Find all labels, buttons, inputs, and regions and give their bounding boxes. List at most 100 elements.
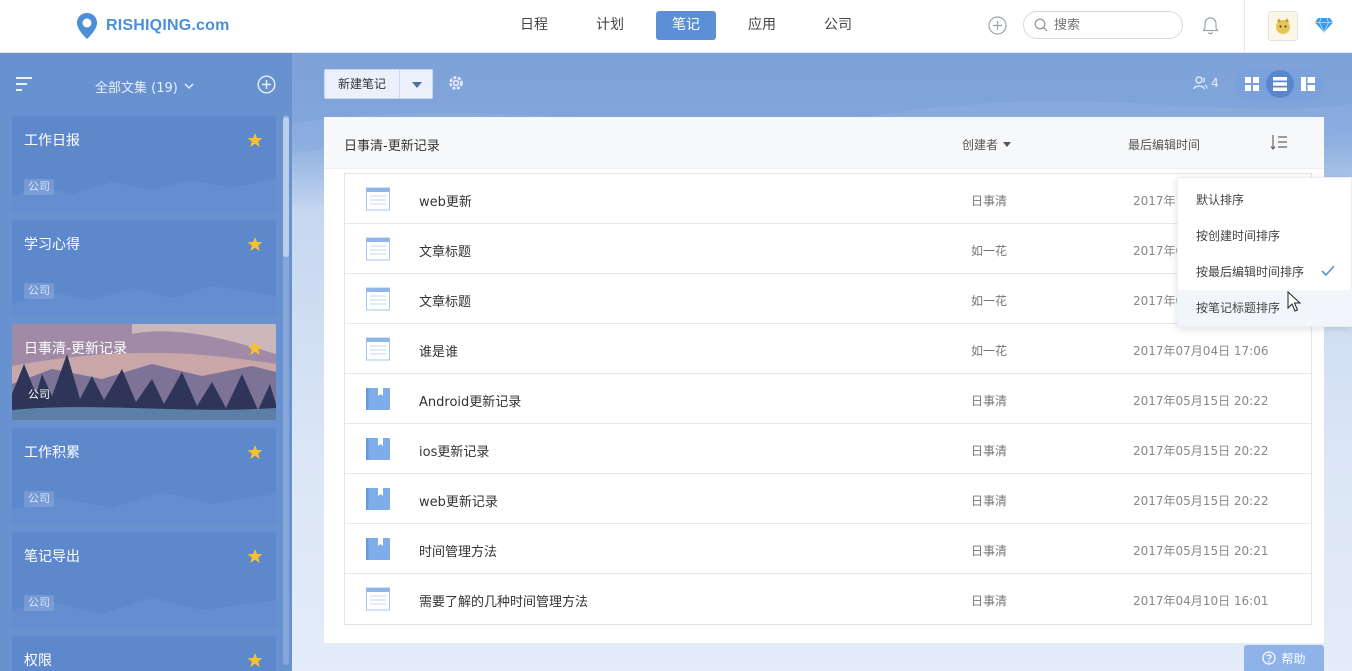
note-title: 时间管理方法 bbox=[419, 545, 498, 560]
sort-order-icon[interactable] bbox=[1270, 133, 1288, 151]
creator-filter[interactable]: 创建者 bbox=[962, 136, 1012, 153]
check-icon bbox=[1321, 265, 1335, 277]
star-icon[interactable] bbox=[247, 444, 263, 460]
note-row[interactable]: 需要了解的几种时间管理方法 日事清 2017年04月10日 16:01 bbox=[345, 574, 1311, 624]
note-row[interactable]: web更新 日事清 2017年1 bbox=[345, 174, 1311, 224]
note-creator: 日事清 bbox=[971, 444, 1008, 458]
member-count[interactable]: 4 bbox=[1193, 76, 1219, 90]
nav-item-notes[interactable]: 笔记 bbox=[656, 11, 716, 40]
nav-item-company[interactable]: 公司 bbox=[808, 11, 868, 40]
star-icon[interactable] bbox=[247, 652, 263, 668]
search-input[interactable] bbox=[1054, 17, 1164, 33]
card-title: 笔记导出 bbox=[24, 549, 80, 565]
star-icon[interactable] bbox=[247, 236, 263, 252]
collection-card[interactable]: 笔记导出 公司 bbox=[12, 532, 276, 628]
top-bar: RISHIQING.com 日程 计划 笔记 应用 公司 bbox=[0, 0, 1352, 53]
note-creator: 日事清 bbox=[971, 544, 1008, 558]
sort-by-title-item[interactable]: 按笔记标题排序 bbox=[1178, 290, 1352, 326]
note-edited-time: 2017年0 bbox=[1133, 294, 1184, 308]
help-button[interactable]: 帮助 bbox=[1244, 645, 1324, 671]
split-view-button[interactable] bbox=[1294, 70, 1322, 98]
card-title: 学习心得 bbox=[24, 237, 80, 253]
avatar-image bbox=[1276, 18, 1290, 34]
note-creator: 如一花 bbox=[971, 294, 1008, 308]
card-title: 工作积累 bbox=[24, 445, 80, 461]
plus-circle-icon[interactable] bbox=[988, 16, 1007, 35]
star-icon[interactable] bbox=[247, 548, 263, 564]
collection-selector[interactable]: 全部文集 (19) bbox=[95, 77, 194, 96]
document-icon bbox=[366, 187, 390, 211]
note-row[interactable]: 文章标题 如一花 2017年0 bbox=[345, 274, 1311, 324]
notes-panel: 日事清-更新记录 创建者 最后编辑时间 web更新 日事清 2017年1 文章标题 如一… bbox=[324, 117, 1324, 643]
note-edited-time: 2017年05月15日 20:22 bbox=[1133, 494, 1269, 508]
sort-lines-icon[interactable] bbox=[15, 76, 33, 92]
note-row[interactable]: Android更新记录 日事清 2017年05月15日 20:22 bbox=[345, 374, 1311, 424]
user-icon bbox=[1193, 76, 1208, 90]
grid-view-button[interactable] bbox=[1238, 70, 1266, 98]
star-icon[interactable] bbox=[247, 132, 263, 148]
note-edited-time: 2017年04月10日 16:01 bbox=[1133, 594, 1269, 608]
collection-card[interactable]: 工作积累 公司 bbox=[12, 428, 276, 524]
sort-by-edited-item[interactable]: 按最后编辑时间排序 bbox=[1178, 254, 1352, 290]
gear-icon[interactable] bbox=[447, 74, 465, 92]
new-note-dropdown-icon[interactable] bbox=[399, 70, 432, 98]
note-title: web更新 bbox=[419, 195, 472, 210]
creator-column-label: 创建者 bbox=[962, 138, 999, 152]
list-view-icon bbox=[1273, 77, 1287, 91]
diamond-icon[interactable] bbox=[1314, 16, 1334, 34]
scrollbar-thumb[interactable] bbox=[283, 117, 289, 257]
card-tag: 公司 bbox=[24, 179, 54, 195]
note-row[interactable]: 谁是谁 如一花 2017年07月04日 17:06 bbox=[345, 324, 1311, 374]
note-creator: 日事清 bbox=[971, 594, 1008, 608]
note-edited-time: 2017年0 bbox=[1133, 244, 1184, 258]
notes-main: 新建笔记 4 日事清-更新记录 创建者 最后编辑时间 web更新 日事清 201… bbox=[292, 53, 1352, 671]
note-title: 文章标题 bbox=[419, 295, 472, 310]
nav-item-schedule[interactable]: 日程 bbox=[504, 11, 564, 40]
note-row[interactable]: 时间管理方法 日事清 2017年05月15日 20:21 bbox=[345, 524, 1311, 574]
collection-card[interactable]: 权限 bbox=[12, 636, 276, 671]
note-title: Android更新记录 bbox=[419, 395, 522, 410]
split-view-icon bbox=[1301, 77, 1315, 91]
nav-item-apps[interactable]: 应用 bbox=[732, 11, 792, 40]
sort-default-item[interactable]: 默认排序 bbox=[1178, 182, 1352, 218]
note-row[interactable]: ios更新记录 日事清 2017年05月15日 20:22 bbox=[345, 424, 1311, 474]
collection-label: 全部文集 (19) bbox=[95, 81, 178, 96]
note-edited-time: 2017年05月15日 20:22 bbox=[1133, 394, 1269, 408]
notes-list: web更新 日事清 2017年1 文章标题 如一花 2017年0 文章标题 如一花 2017年0… bbox=[344, 173, 1312, 625]
add-collection-icon[interactable] bbox=[257, 75, 276, 94]
document-icon bbox=[366, 237, 390, 261]
panel-title: 日事清-更新记录 bbox=[344, 139, 440, 154]
note-edited-time: 2017年07月04日 17:06 bbox=[1133, 344, 1269, 358]
note-row[interactable]: 文章标题 如一花 2017年0 bbox=[345, 224, 1311, 274]
note-title: 文章标题 bbox=[419, 245, 472, 260]
question-circle-icon bbox=[1262, 651, 1277, 665]
chevron-down-icon bbox=[184, 83, 194, 90]
sort-by-created-item[interactable]: 按创建时间排序 bbox=[1178, 218, 1352, 254]
collection-card[interactable]: 工作日报 公司 bbox=[12, 116, 276, 212]
collection-card-selected[interactable]: 日事清-更新记录 公司 bbox=[12, 324, 276, 420]
book-icon bbox=[366, 538, 390, 560]
panel-header: 日事清-更新记录 创建者 最后编辑时间 bbox=[324, 117, 1324, 169]
mouse-cursor-icon bbox=[1287, 291, 1301, 312]
new-note-button[interactable]: 新建笔记 bbox=[325, 70, 399, 98]
note-creator: 如一花 bbox=[971, 244, 1008, 258]
bell-icon[interactable] bbox=[1201, 16, 1220, 36]
list-view-button[interactable] bbox=[1266, 70, 1294, 98]
logo[interactable]: RISHIQING.com bbox=[76, 11, 230, 41]
card-tag: 公司 bbox=[24, 283, 54, 299]
avatar[interactable] bbox=[1268, 11, 1298, 41]
sort-menu: 默认排序 按创建时间排序 按最后编辑时间排序 按笔记标题排序 bbox=[1177, 177, 1352, 327]
search-box[interactable] bbox=[1023, 11, 1183, 39]
star-icon[interactable] bbox=[247, 340, 263, 356]
nav-item-plan[interactable]: 计划 bbox=[580, 11, 640, 40]
location-pin-icon bbox=[77, 13, 97, 39]
main-nav: 日程 计划 笔记 应用 公司 bbox=[504, 11, 884, 40]
book-icon bbox=[366, 388, 390, 410]
note-row[interactable]: web更新记录 日事清 2017年05月15日 20:22 bbox=[345, 474, 1311, 524]
note-title: 需要了解的几种时间管理方法 bbox=[419, 595, 589, 610]
note-creator: 日事清 bbox=[971, 494, 1008, 508]
sort-by-edited-label: 按最后编辑时间排序 bbox=[1196, 265, 1305, 279]
card-title: 工作日报 bbox=[24, 133, 80, 149]
sidebar-scrollbar[interactable] bbox=[283, 115, 289, 665]
collection-card[interactable]: 学习心得 公司 bbox=[12, 220, 276, 316]
